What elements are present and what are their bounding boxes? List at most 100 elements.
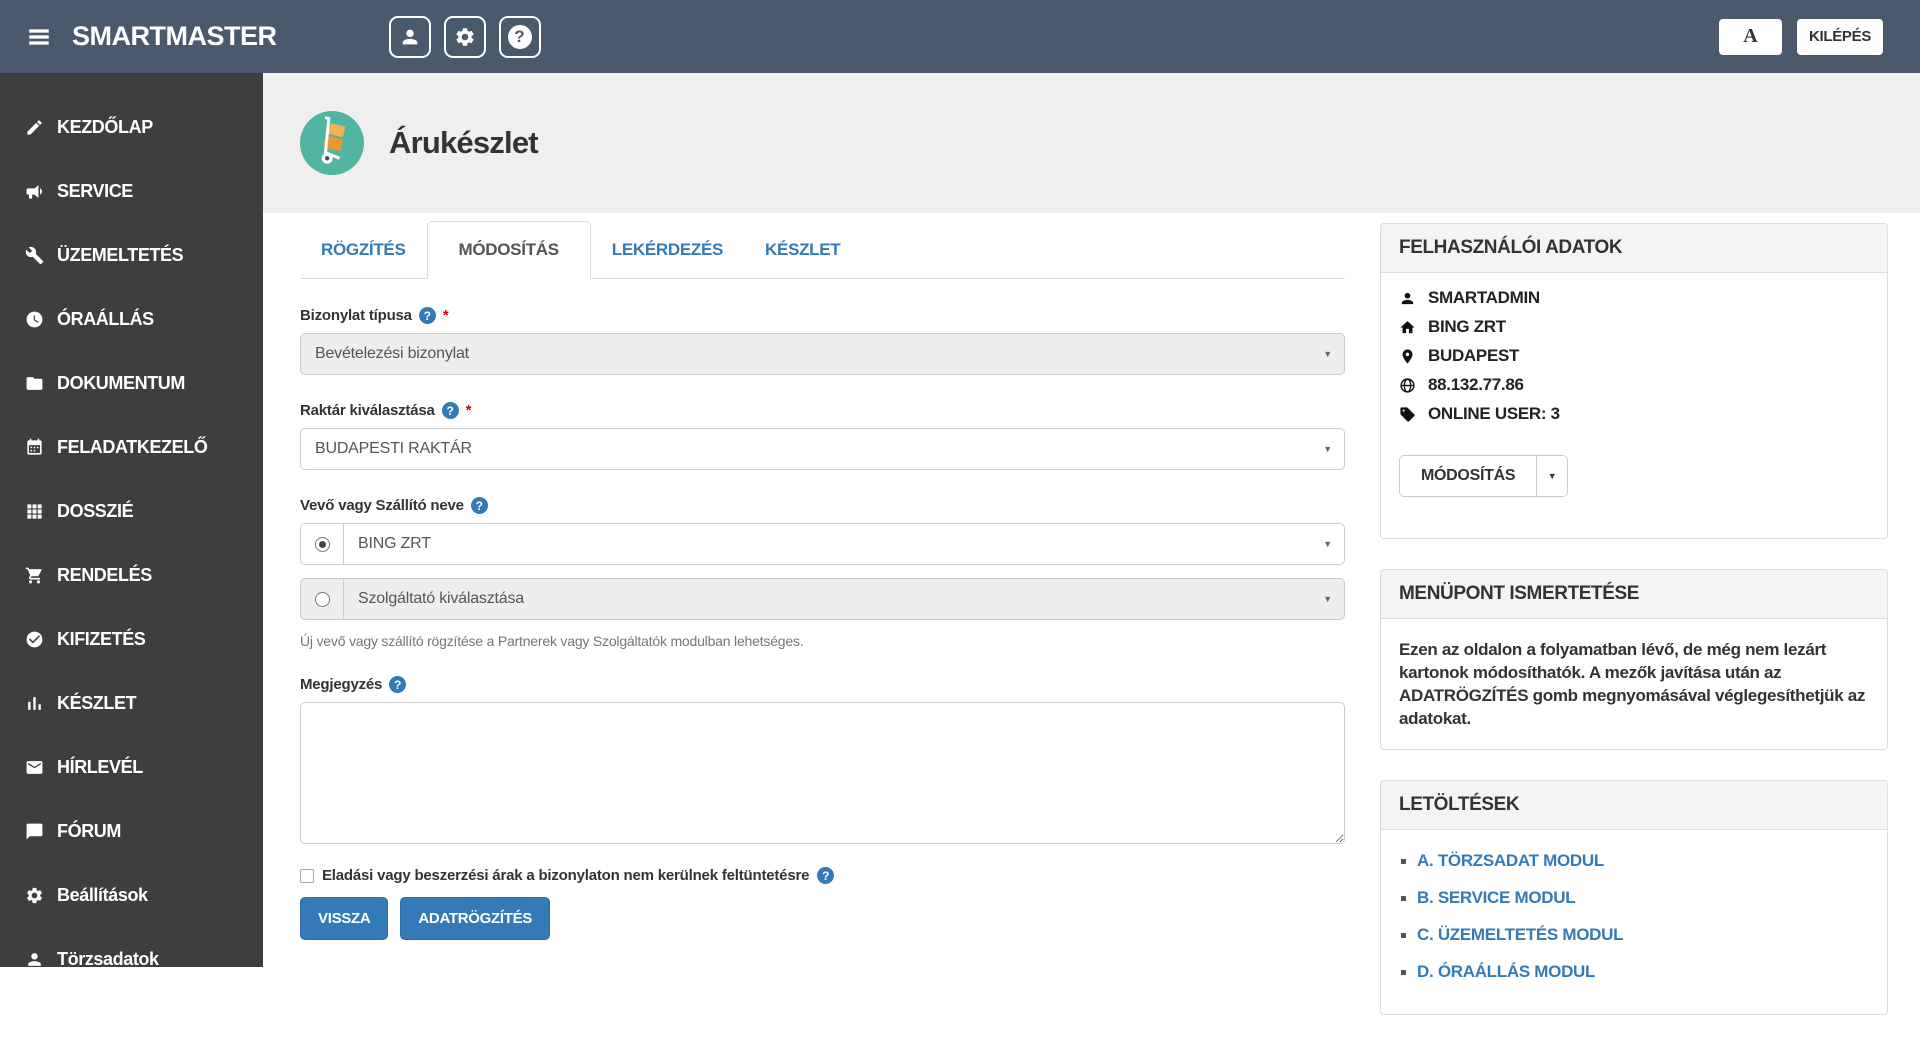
gear-icon — [455, 27, 474, 46]
warehouse-select[interactable]: BUDAPESTI RAKTÁR ▼ — [300, 428, 1345, 470]
help-icon[interactable]: ? — [389, 676, 407, 693]
document-type-select: Bevételezési bizonylat ▼ — [300, 333, 1345, 375]
help-icon[interactable]: ? — [817, 867, 835, 884]
partner-select[interactable]: BING ZRT ▼ — [343, 523, 1345, 565]
sidebar-item-rendeles[interactable]: RENDELÉS — [0, 543, 263, 607]
tab-modositas[interactable]: MÓDOSÍTÁS — [426, 221, 591, 279]
user-modify-split-button: MÓDOSÍTÁS ▼ — [1399, 455, 1569, 497]
font-size-button[interactable]: A — [1719, 18, 1782, 55]
sidebar-item-label: FELADATKEZELŐ — [57, 436, 208, 457]
download-link-uzemeltetes[interactable]: C. ÜZEMELTETÉS MODUL — [1417, 925, 1623, 945]
help-icon[interactable]: ? — [470, 497, 488, 514]
user-data-panel-title: FELHASZNÁLÓI ADATOK — [1381, 224, 1887, 273]
cart-icon — [25, 567, 42, 583]
folder-icon — [26, 376, 43, 390]
sidebar-item-label: KIFIZETÉS — [57, 628, 146, 649]
download-item: C. ÜZEMELTETÉS MODUL — [1401, 925, 1869, 945]
warehouse-label: Raktár kiválasztása — [300, 402, 435, 419]
settings-button[interactable] — [443, 15, 486, 58]
user-name-row: SMARTADMIN — [1399, 288, 1869, 308]
back-button[interactable]: VISSZA — [300, 897, 389, 940]
logout-button[interactable]: KILÉPÉS — [1797, 18, 1883, 55]
help-icon[interactable]: ? — [418, 307, 436, 324]
tab-keszlet[interactable]: KÉSZLET — [744, 222, 861, 278]
profile-button[interactable] — [388, 15, 431, 58]
hamburger-menu-icon[interactable] — [24, 24, 54, 50]
sidebar-item-kezdolap[interactable]: KEZDŐLAP — [0, 95, 263, 159]
sidebar-item-label: HÍRLEVÉL — [57, 756, 143, 777]
document-type-label: Bizonylat típusa — [300, 307, 412, 324]
menu-info-panel: MENÜPONT ISMERTETÉSE Ezen az oldalon a f… — [1380, 569, 1888, 750]
sidebar-item-label: SERVICE — [57, 180, 133, 201]
partner-radio[interactable] — [314, 536, 330, 552]
chevron-down-icon[interactable]: ▼ — [1537, 455, 1569, 497]
download-item: D. ÓRAÁLLÁS MODUL — [1401, 962, 1869, 982]
main-content: Árukészlet RÖGZÍTÉS MÓDOSÍTÁS LEKÉRDEZÉS… — [263, 73, 1920, 1015]
sidebar-item-label: ÓRAÁLLÁS — [57, 308, 154, 329]
page-header-band: Árukészlet — [263, 73, 1920, 213]
sidebar-item-label: KEZDŐLAP — [57, 116, 153, 137]
provider-radio-cell — [300, 578, 343, 620]
provider-select: Szolgáltató kiválasztása ▼ — [343, 578, 1345, 620]
required-asterisk: * — [442, 307, 449, 324]
sidebar-item-forum[interactable]: FÓRUM — [0, 799, 263, 863]
top-header-bar: SMARTMASTER ? A KILÉPÉS — [0, 0, 1920, 73]
user-modify-button[interactable]: MÓDOSÍTÁS — [1399, 455, 1538, 497]
sidebar-item-label: FÓRUM — [57, 820, 121, 841]
grid-icon — [27, 503, 42, 519]
sidebar-item-torzsadatok[interactable]: Törzsadatok — [0, 927, 263, 991]
online-users-row: ONLINE USER: 3 — [1399, 404, 1869, 424]
bullet-icon — [1401, 969, 1406, 975]
bullet-icon — [1401, 895, 1406, 901]
sidebar-item-label: DOSSZIÉ — [57, 500, 134, 521]
download-item: B. SERVICE MODUL — [1401, 888, 1869, 908]
tab-lekerdezes[interactable]: LEKÉRDEZÉS — [591, 222, 744, 278]
sidebar-item-label: DOKUMENTUM — [57, 372, 185, 393]
sidebar-item-oraallas[interactable]: ÓRAÁLLÁS — [0, 287, 263, 351]
menu-info-text: Ezen az oldalon a folyamatban lévő, de m… — [1399, 640, 1866, 728]
ip-row: 88.132.77.86 — [1399, 375, 1869, 395]
submit-button[interactable]: ADATRÖGZÍTÉS — [400, 897, 551, 940]
download-link-service[interactable]: B. SERVICE MODUL — [1417, 888, 1576, 908]
tab-bar: RÖGZÍTÉS MÓDOSÍTÁS LEKÉRDEZÉS KÉSZLET — [300, 221, 1345, 279]
help-icon[interactable]: ? — [441, 402, 459, 419]
wrench-icon — [25, 246, 44, 264]
provider-radio[interactable] — [314, 591, 330, 607]
sidebar-item-keszlet[interactable]: KÉSZLET — [0, 671, 263, 735]
tab-rogzites[interactable]: RÖGZÍTÉS — [300, 222, 427, 278]
download-link-torzsadat[interactable]: A. TÖRZSADAT MODUL — [1417, 851, 1604, 871]
downloads-panel-title: LETÖLTÉSEK — [1381, 781, 1887, 830]
help-button[interactable]: ? — [498, 15, 541, 58]
user-icon — [28, 952, 41, 966]
user-data-panel: FELHASZNÁLÓI ADATOK SMARTADMIN BING ZRT … — [1380, 223, 1888, 539]
hide-prices-checkbox[interactable] — [300, 868, 314, 883]
comment-icon — [26, 823, 43, 839]
sidebar-item-label: RENDELÉS — [57, 564, 152, 585]
globe-icon — [1400, 377, 1415, 393]
sidebar-item-dokumentum[interactable]: DOKUMENTUM — [0, 351, 263, 415]
clock-icon — [26, 311, 43, 327]
sidebar-item-label: KÉSZLET — [57, 692, 137, 713]
page-title: Árukészlet — [389, 125, 539, 160]
sidebar-item-hirlevel[interactable]: HÍRLEVÉL — [0, 735, 263, 799]
company-row: BING ZRT — [1399, 317, 1869, 337]
sidebar-item-dosszie[interactable]: DOSSZIÉ — [0, 479, 263, 543]
sidebar-item-service[interactable]: SERVICE — [0, 159, 263, 223]
comment-label: Megjegyzés — [300, 676, 383, 693]
sidebar-item-beallitasok[interactable]: Beállítások — [0, 863, 263, 927]
comment-textarea[interactable] — [300, 702, 1345, 844]
sidebar-item-label: ÜZEMELTETÉS — [57, 244, 184, 265]
check-circle-icon — [26, 631, 43, 647]
city-row: BUDAPEST — [1399, 346, 1869, 366]
downloads-panel: LETÖLTÉSEK A. TÖRZSADAT MODUL B. SERVICE… — [1380, 780, 1888, 1015]
envelope-icon — [26, 760, 43, 774]
map-marker-icon — [1402, 348, 1413, 364]
sidebar-item-kifizetes[interactable]: KIFIZETÉS — [0, 607, 263, 671]
menu-info-panel-title: MENÜPONT ISMERTETÉSE — [1381, 570, 1887, 619]
megaphone-icon — [26, 184, 43, 199]
right-column: FELHASZNÁLÓI ADATOK SMARTADMIN BING ZRT … — [1380, 223, 1888, 1045]
sidebar-item-uzemeltetes[interactable]: ÜZEMELTETÉS — [0, 223, 263, 287]
download-link-oraallas[interactable]: D. ÓRAÁLLÁS MODUL — [1417, 962, 1595, 982]
sidebar-item-feladatkezelo[interactable]: FELADATKEZELŐ — [0, 415, 263, 479]
hide-prices-label: Eladási vagy beszerzési árak a bizonylat… — [322, 867, 810, 884]
